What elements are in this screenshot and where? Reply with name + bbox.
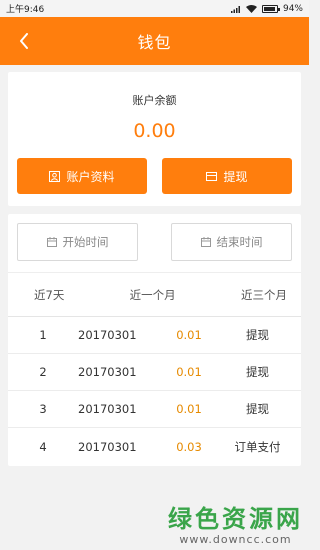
- start-time-label: 开始时间: [62, 235, 109, 249]
- calendar-icon: [200, 237, 211, 247]
- battery-percent: 94%: [282, 3, 303, 14]
- tx-index: 3: [39, 402, 47, 416]
- card-icon: [206, 171, 218, 181]
- tx-amount: 0.01: [176, 365, 202, 379]
- tx-date: 20170301: [78, 439, 137, 454]
- calendar-icon: [46, 237, 57, 247]
- transaction-list: 1 20170301 0.01 提现 2 20170301 0.01 提现 3 …: [8, 317, 301, 465]
- table-row[interactable]: 3 20170301 0.01 提现: [8, 391, 301, 428]
- balance-value: 0.00: [133, 120, 176, 142]
- table-row[interactable]: 4 20170301 0.03 订单支付: [8, 428, 301, 465]
- watermark-title: 绿色资源网: [168, 505, 303, 533]
- status-icons: 94%: [230, 3, 303, 14]
- date-filter-row: 开始时间 结束时间: [8, 214, 301, 261]
- tx-amount: 0.01: [176, 328, 202, 342]
- range-3-months[interactable]: 近三个月: [241, 287, 287, 303]
- watermark: 绿色资源网 www.downcc.com: [168, 499, 303, 546]
- tx-date: 20170301: [78, 328, 137, 342]
- wifi-icon: [245, 4, 257, 13]
- battery-icon: [261, 4, 280, 13]
- tx-type: 订单支付: [234, 439, 281, 454]
- tx-type: 提现: [246, 365, 269, 379]
- end-time-label: 结束时间: [216, 235, 263, 249]
- tx-index: 1: [39, 328, 47, 342]
- profile-icon: [49, 170, 61, 182]
- tx-index: 4: [39, 439, 47, 454]
- withdraw-label: 提现: [223, 169, 248, 184]
- app-header: 钱包: [0, 17, 309, 65]
- signal-icon: [230, 5, 240, 13]
- range-1-month[interactable]: 近一个月: [130, 287, 176, 303]
- history-card: 开始时间 结束时间 近7天 近一个月 近三个月 1 20170301 0.01 …: [8, 214, 301, 466]
- tx-amount: 0.03: [176, 439, 202, 454]
- watermark-url: www.downcc.com: [179, 533, 292, 546]
- balance-actions: 账户资料 提现: [8, 158, 301, 194]
- tx-date: 20170301: [78, 365, 137, 379]
- range-tabs: 近7天 近一个月 近三个月: [8, 272, 301, 317]
- tx-type: 提现: [246, 402, 269, 416]
- end-time-button[interactable]: 结束时间: [171, 223, 292, 261]
- page-title: 钱包: [137, 33, 172, 52]
- account-profile-button[interactable]: 账户资料: [17, 158, 147, 194]
- balance-label: 账户余额: [132, 94, 177, 107]
- account-profile-label: 账户资料: [66, 169, 115, 184]
- balance-card: 账户余额 0.00 账户资料 提现: [8, 72, 301, 206]
- tx-type: 提现: [246, 328, 269, 342]
- back-button[interactable]: [12, 29, 36, 53]
- withdraw-button[interactable]: 提现: [162, 158, 292, 194]
- status-bar: 上午9:46 94%: [0, 0, 309, 17]
- start-time-button[interactable]: 开始时间: [17, 223, 138, 261]
- tx-index: 2: [39, 365, 47, 379]
- tx-amount: 0.01: [176, 402, 202, 416]
- chevron-left-icon: [20, 33, 28, 49]
- status-time: 上午9:46: [6, 5, 45, 15]
- tx-date: 20170301: [78, 402, 137, 416]
- range-7-days[interactable]: 近7天: [34, 287, 64, 303]
- table-row[interactable]: 2 20170301 0.01 提现: [8, 354, 301, 391]
- table-row[interactable]: 1 20170301 0.01 提现: [8, 317, 301, 354]
